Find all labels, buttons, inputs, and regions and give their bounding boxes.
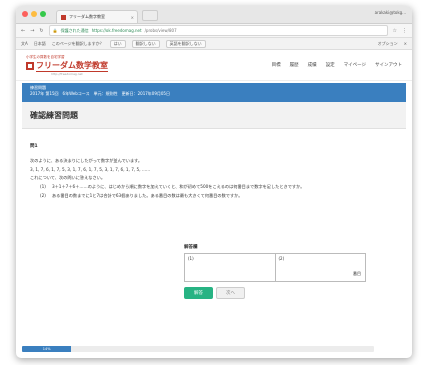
answer-input-2-label: (2) [278, 256, 285, 261]
reload-icon[interactable]: ↻ [39, 28, 43, 34]
answer-buttons: 解答 次へ [184, 287, 366, 299]
close-icon[interactable]: × [404, 41, 407, 47]
site-nav: 目標 履歴 成績 設定 マイページ サインアウト [272, 62, 402, 68]
sub-question-text: ある番目の数までに1と7は合計で63個ありました。ある番目の数は最も大きくて何番… [51, 193, 243, 198]
next-button[interactable]: 次へ [216, 287, 245, 299]
nav-signout[interactable]: サインアウト [375, 62, 402, 68]
answer-unit: 番目 [353, 271, 361, 276]
question-number: 問1 [30, 144, 38, 149]
page-title: 確認練習問題 [22, 102, 406, 129]
progress-fill: 14% [22, 346, 72, 352]
close-tab-icon[interactable]: × [131, 15, 134, 20]
answer-input-2[interactable]: (2) 番目 [274, 254, 366, 281]
progress-bar: 14% [22, 346, 374, 352]
translate-options-button[interactable]: オプション [378, 41, 398, 47]
translate-language: 日本語 [33, 40, 46, 46]
answer-label: 解答欄 [184, 245, 198, 250]
nav-goal[interactable]: 目標 [272, 62, 281, 68]
profile-name[interactable]: arakaki@tokg... [375, 10, 406, 15]
url-domain: https://ok.freedomag.net [91, 28, 142, 33]
nav-history[interactable]: 履歴 [290, 62, 299, 68]
logo-url: http://freedomag.net [51, 71, 83, 76]
number-sequence: 3, 1, 7, 6, 1, 7, 5, 3, 1, 7, 6, 1, 7, 5… [30, 167, 151, 172]
tab-title: フリーダム数字教室 [69, 14, 105, 19]
submit-button[interactable]: 解答 [184, 287, 213, 299]
url-path: /probs/view/807 [144, 28, 177, 33]
answer-section: 解答欄 (1) (2) 番目 解答 次へ [184, 244, 366, 299]
sub-question: (1) 3＋1＋7＋6＋……のように、はじめから順に数字を加えていくと、和が初め… [30, 184, 398, 190]
address-toolbar: ← → ↻ 🔒 保護された通信 https://ok.freedomag.net… [16, 24, 412, 38]
logo-name: フリーダム数学教室 [36, 60, 108, 72]
menu-icon[interactable]: ⋮ [402, 28, 407, 34]
sub-question-number: (2) [40, 193, 46, 198]
nav-grades[interactable]: 成績 [308, 62, 317, 68]
translate-message: このページを翻訳しますか？ [51, 40, 104, 46]
new-tab-button[interactable] [142, 10, 158, 21]
lesson-details: 2017年 第15回 6年Webコース 単元：規則性 更新日：2017年09月0… [30, 91, 170, 96]
favicon-icon [61, 14, 66, 20]
nav-settings[interactable]: 設定 [326, 62, 335, 68]
nav-mypage[interactable]: マイページ [344, 62, 366, 68]
lock-icon: 🔒 [52, 28, 58, 33]
question-intro: 次のように、ある決まりにしたがって数字が並んでいます。 [30, 158, 143, 163]
sub-question-number: (1) [40, 184, 46, 189]
answer-input-1[interactable]: (1) [185, 254, 275, 281]
translate-yes-button[interactable]: はい [109, 39, 126, 48]
bookmark-star-icon[interactable]: ☆ [393, 28, 397, 34]
logo-mark-icon [26, 61, 34, 70]
secure-label: 保護された通信 [60, 27, 89, 33]
sub-question-text: 3＋1＋7＋6＋……のように、はじめから順に数字を加えていくと、和が初めて500… [51, 184, 305, 189]
site-header: 小学生の算数を自宅学習 フリーダム数学教室 http://freedomag.n… [16, 50, 412, 81]
minimize-window-button[interactable] [31, 11, 37, 17]
lesson-info-bar: 練習問題 2017年 第15回 6年Webコース 単元：規則性 更新日：2017… [22, 83, 406, 102]
site-logo[interactable]: 小学生の算数を自宅学習 フリーダム数学教室 http://freedomag.n… [26, 55, 108, 76]
translate-no-button[interactable]: 翻訳しない [131, 39, 160, 48]
maximize-window-button[interactable] [40, 11, 46, 17]
answer-boxes: (1) (2) 番目 [184, 253, 366, 282]
forward-icon[interactable]: → [30, 28, 34, 34]
close-window-button[interactable] [22, 11, 28, 17]
title-bar: フリーダム数字教室 × arakaki@tokg... [16, 6, 412, 24]
translate-never-button[interactable]: 英語を翻訳しない [165, 39, 206, 48]
question-ask: これについて、次の問いに答えなさい。 [30, 175, 106, 180]
translate-bar: 文A 日本語 このページを翻訳しますか？ はい 翻訳しない 英語を翻訳しない オ… [16, 38, 412, 50]
address-bar[interactable]: 🔒 保護された通信 https://ok.freedomag.net /prob… [48, 25, 388, 36]
back-icon[interactable]: ← [21, 28, 25, 34]
browser-tab[interactable]: フリーダム数字教室 × [56, 10, 138, 23]
translate-icon: 文A [21, 40, 28, 46]
sub-question: (2) ある番目の数までに1と7は合計で63個ありました。ある番目の数は最も大き… [30, 193, 398, 199]
browser-window: フリーダム数字教室 × arakaki@tokg... ← → ↻ 🔒 保護され… [16, 6, 412, 358]
question-area: 問1 次のように、ある決まりにしたがって数字が並んでいます。 3, 1, 7, … [16, 143, 412, 199]
answer-input-1-label: (1) [188, 256, 194, 261]
